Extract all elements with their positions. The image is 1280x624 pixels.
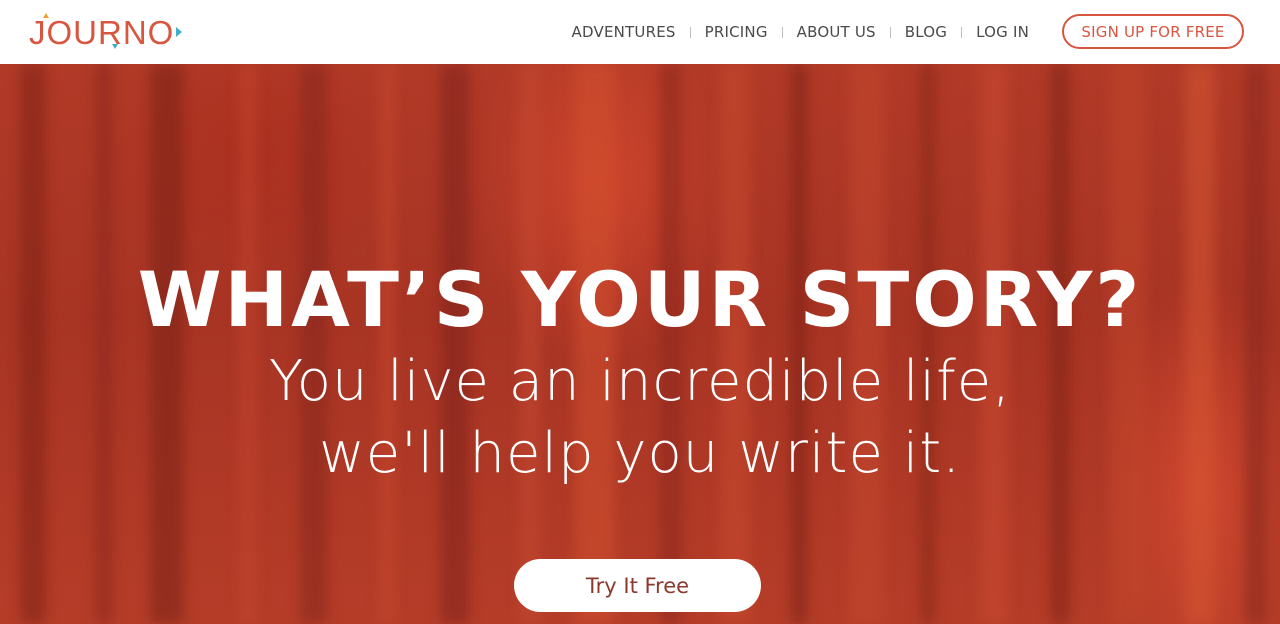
try-it-free-button[interactable]: Try It Free — [514, 559, 761, 612]
logo-right-arrow-icon — [176, 27, 183, 37]
nav-link-adventures[interactable]: ADVENTURES — [558, 23, 690, 41]
sign-up-button[interactable]: SIGN UP FOR FREE — [1062, 14, 1244, 49]
hero-subheadline-line-1: You live an incredible life, — [268, 349, 1012, 414]
logo-up-arrow-icon — [43, 13, 49, 18]
nav-link-pricing[interactable]: PRICING — [691, 23, 782, 41]
logo-wordmark: JOURNO — [29, 13, 175, 51]
forest-background-image — [20, 64, 1267, 624]
nav-link-blog[interactable]: BLOG — [891, 23, 961, 41]
nav-link-about-us[interactable]: ABOUT US — [783, 23, 890, 41]
logo[interactable]: JOURNO — [29, 12, 183, 52]
hero-section: WHAT’S YOUR STORY? You live an incredibl… — [0, 64, 1280, 624]
hero-subheadline-line-2: we'll help you write it. — [318, 421, 962, 486]
site-header: JOURNO ADVENTURES PRICING ABOUT US BLOG … — [0, 0, 1280, 64]
main-nav: ADVENTURES PRICING ABOUT US BLOG LOG IN — [558, 0, 1043, 64]
nav-link-log-in[interactable]: LOG IN — [962, 23, 1043, 41]
hero-headline: WHAT’S YOUR STORY? — [137, 255, 1143, 344]
logo-down-arrow-icon — [112, 44, 118, 49]
